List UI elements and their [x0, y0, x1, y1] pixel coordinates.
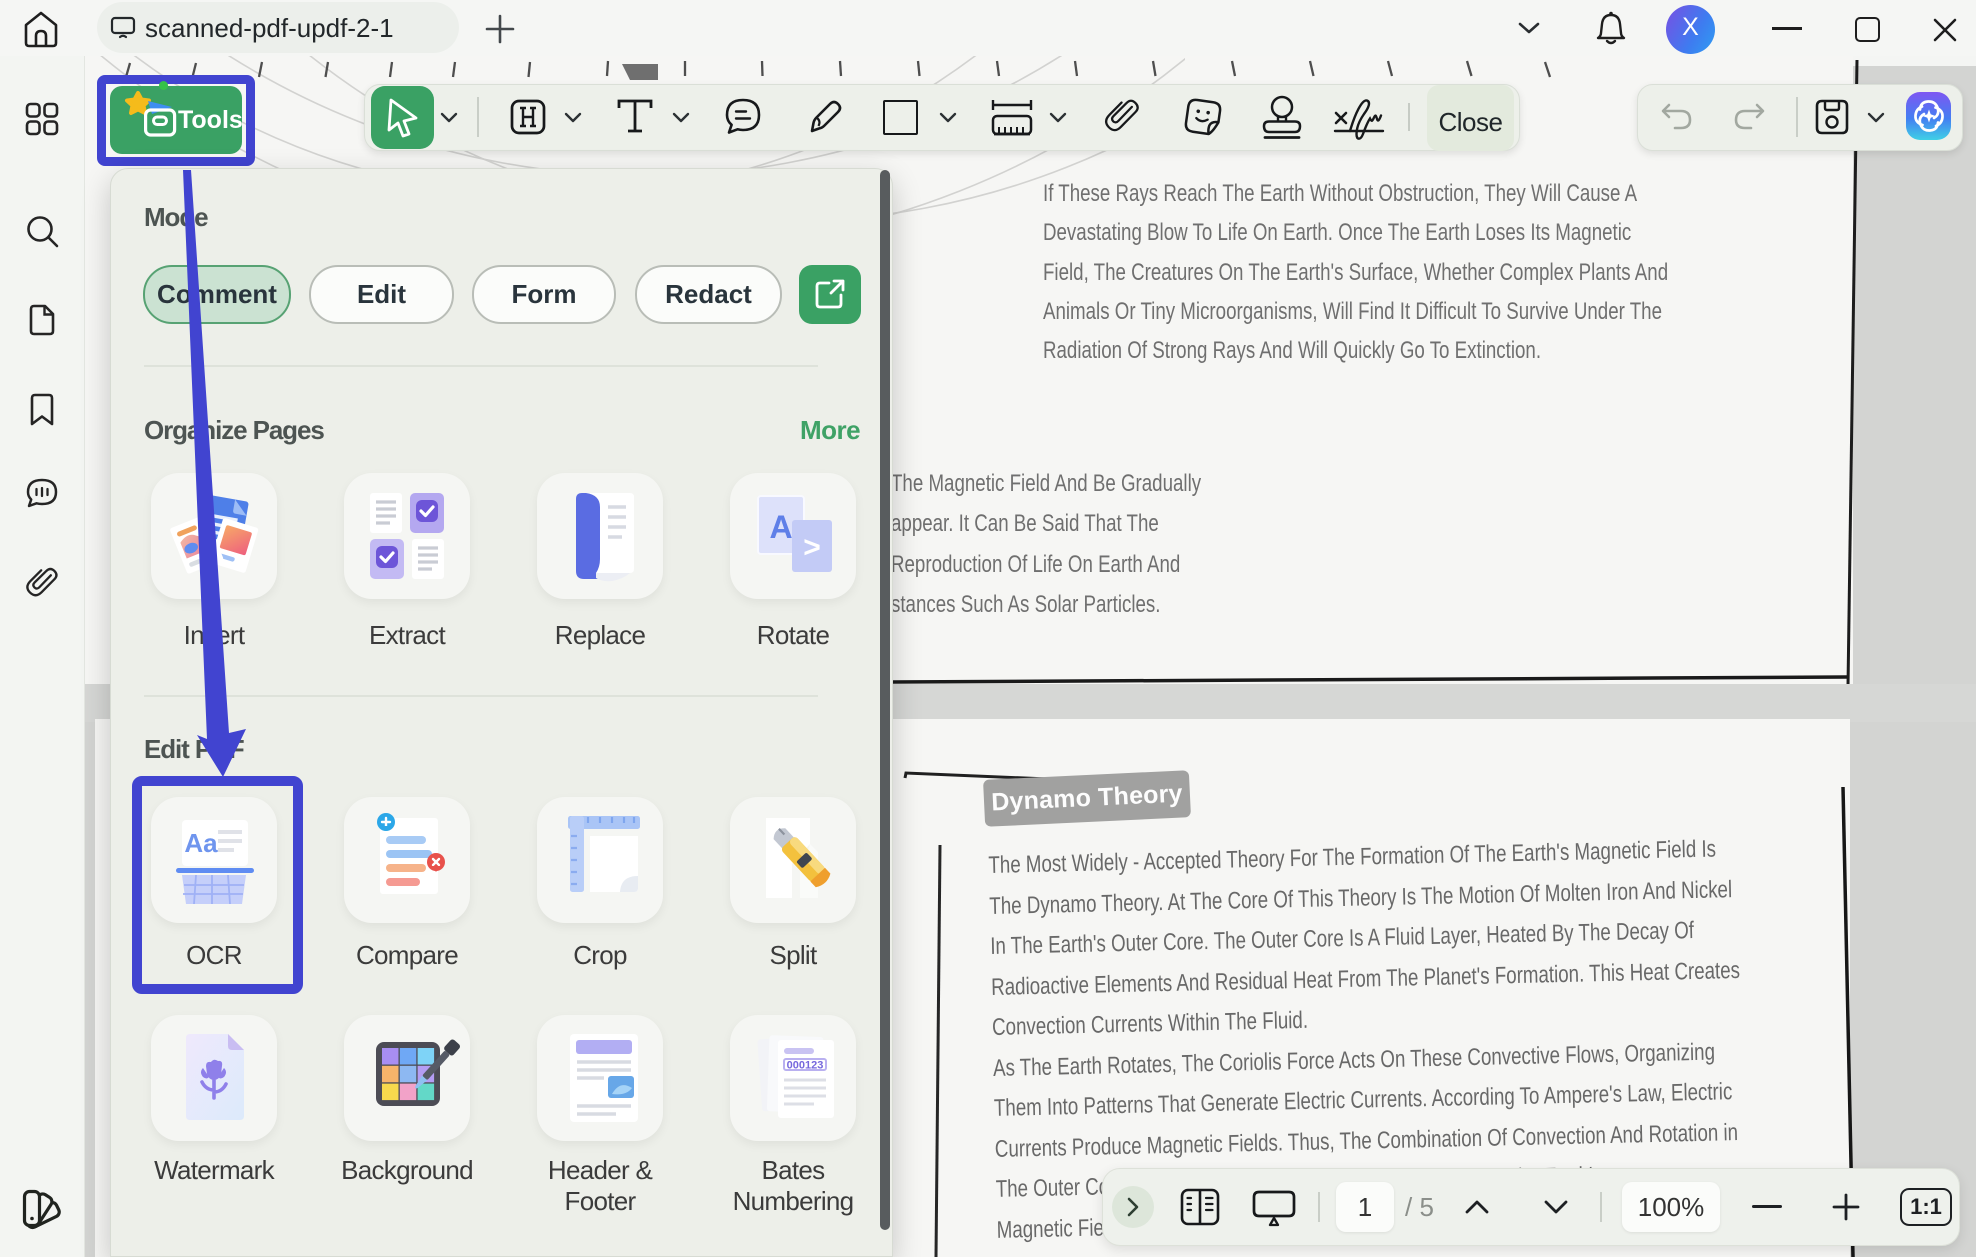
svg-text:000123: 000123: [787, 1060, 824, 1072]
svg-text:A: A: [769, 509, 792, 545]
svg-text:>: >: [803, 531, 821, 564]
